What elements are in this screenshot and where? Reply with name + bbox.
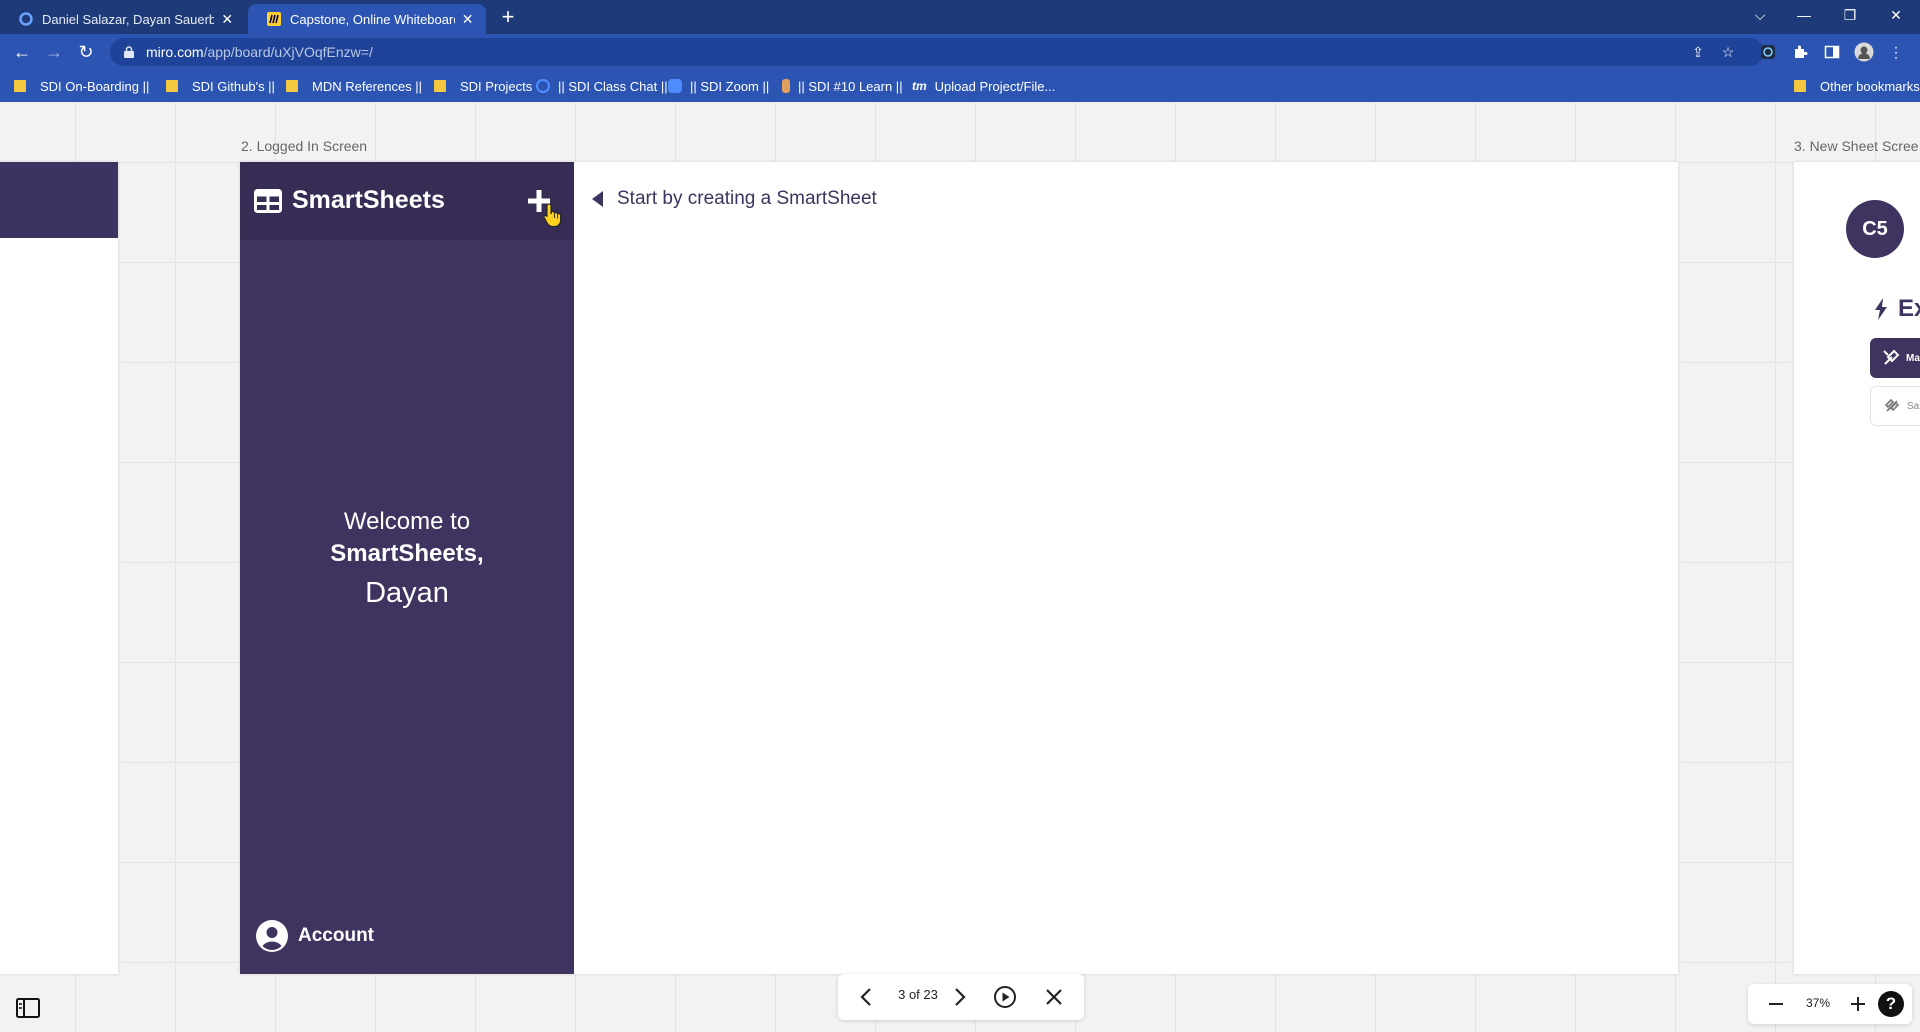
bookmark-item[interactable]: MDN References || (286, 70, 422, 102)
sidebar-header: SmartSheets (240, 162, 574, 240)
avatar: C5 (1846, 200, 1904, 258)
folder-icon (166, 80, 178, 92)
brand: SmartSheets (254, 186, 445, 215)
empty-state-hint: Start by creating a SmartSheet (592, 188, 877, 210)
close-presentation-button[interactable] (1042, 985, 1066, 1009)
panel-icon (16, 998, 40, 1018)
reload-icon[interactable]: ↻ (74, 40, 98, 64)
bookmarks-bar: SDI On-Boarding || SDI Github's || MDN R… (0, 70, 1920, 102)
table-icon (254, 188, 282, 213)
back-icon[interactable]: ← (10, 40, 34, 64)
previous-frame-header (0, 162, 118, 238)
bookmark-item[interactable]: || SDI Class Chat || (536, 70, 668, 102)
plus-icon (1851, 997, 1865, 1011)
frame-label[interactable]: 3. New Sheet Scree (1794, 138, 1919, 154)
bookmark-item[interactable]: tm Upload Project/File... (912, 70, 1055, 102)
forward-icon[interactable]: → (42, 40, 66, 64)
app-sidebar: SmartSheets Welcome to SmartSheets, Daya… (240, 162, 574, 974)
browser-toolbar: ← → ↻ miro.com/app/board/uXjVOqfEnzw=/ ⇪… (0, 34, 1920, 70)
close-window-icon[interactable]: ✕ (1876, 0, 1916, 30)
restore-icon[interactable]: ❐ (1830, 0, 1870, 30)
bookmark-item[interactable]: SDI On-Boarding || (14, 70, 149, 102)
bookmark-item[interactable]: SDI Projects (434, 70, 532, 102)
extension-icon[interactable] (1758, 42, 1778, 62)
account-label: Account (298, 925, 374, 946)
hint-text: Start by creating a SmartSheet (617, 188, 877, 209)
next-frame-button[interactable] (948, 985, 972, 1009)
caret-left-icon (592, 191, 603, 207)
folder-icon (434, 80, 446, 92)
primary-action-button[interactable]: Ma (1870, 338, 1920, 378)
upload-icon: tm (912, 79, 927, 93)
zoom-in-button[interactable] (1846, 992, 1870, 1016)
learn-icon (782, 79, 790, 93)
section-title: Ex (1898, 295, 1920, 322)
zoom-icon (668, 79, 682, 93)
minus-icon (1769, 1003, 1783, 1005)
tools-icon (1883, 349, 1900, 365)
user-circle-icon (256, 920, 288, 952)
folder-icon (14, 80, 26, 92)
zoom-out-button[interactable] (1764, 992, 1788, 1016)
miro-logo-icon (266, 11, 282, 27)
bookmark-item[interactable]: SDI Github's || (166, 70, 275, 102)
close-tab-icon[interactable]: ✕ (459, 10, 476, 28)
welcome-username: Dayan (365, 577, 449, 609)
tab-daniel-salazar[interactable]: Daniel Salazar, Dayan Sauerbronn ✕ (0, 4, 246, 34)
brand-name: SmartSheets (292, 186, 445, 214)
bolt-icon (1875, 298, 1887, 320)
profile-avatar-icon[interactable] (1854, 42, 1874, 62)
side-panel-icon[interactable] (1822, 42, 1842, 62)
minimize-icon[interactable]: — (1784, 0, 1824, 30)
lock-icon (124, 46, 134, 58)
menu-kebab-icon[interactable]: ⋮ (1886, 42, 1906, 62)
browser-tab-bar: Daniel Salazar, Dayan Sauerbronn ✕ Capst… (0, 0, 1920, 34)
folder-icon (286, 80, 298, 92)
frames-panel-toggle[interactable] (14, 994, 42, 1022)
circle-logo-icon (18, 11, 34, 27)
new-sheet-screen-frame[interactable]: C5 Ex Ma Sa (1794, 162, 1920, 974)
bookmark-item[interactable]: || SDI #10 Learn || (782, 70, 903, 102)
new-tab-button[interactable]: + (496, 6, 520, 30)
satellite-icon (1884, 398, 1900, 412)
logged-in-screen-frame[interactable]: SmartSheets Welcome to SmartSheets, Daya… (240, 162, 1678, 974)
account-link[interactable]: Account (256, 920, 374, 952)
chat-icon (536, 79, 550, 93)
page-indicator: 3 of 23 (898, 987, 938, 1002)
frame-label[interactable]: 2. Logged In Screen (241, 138, 367, 154)
previous-frame-button[interactable] (854, 985, 878, 1009)
chevron-left-icon (860, 988, 871, 1006)
welcome-message: Welcome to SmartSheets, Dayan (240, 506, 574, 616)
tab-title: Capstone, Online Whiteboard for (290, 11, 456, 27)
tab-capstone-miro[interactable]: Capstone, Online Whiteboard for ✕ (248, 4, 486, 34)
welcome-brand: SmartSheets, (330, 540, 484, 567)
close-icon (1046, 989, 1062, 1005)
tab-title: Daniel Salazar, Dayan Sauerbronn (42, 11, 215, 27)
bookmark-item[interactable]: || SDI Zoom || (668, 70, 769, 102)
previous-frame[interactable] (0, 162, 118, 974)
share-icon[interactable]: ⇪ (1688, 42, 1708, 62)
url-host: miro.com (146, 44, 204, 60)
presentation-pager: 3 of 23 (838, 974, 1084, 1020)
folder-icon (1794, 80, 1806, 92)
other-bookmarks[interactable]: Other bookmarks (1794, 70, 1920, 102)
close-tab-icon[interactable]: ✕ (218, 10, 236, 28)
url-path: /app/board/uXjVOqfEnzw=/ (203, 44, 373, 60)
play-icon (994, 986, 1016, 1008)
chevron-right-icon (955, 988, 966, 1006)
help-button[interactable]: ? (1878, 991, 1904, 1017)
hand-cursor-icon (543, 203, 562, 228)
present-button[interactable] (992, 985, 1018, 1009)
address-bar[interactable]: miro.com/app/board/uXjVOqfEnzw=/ (110, 38, 1764, 66)
board-canvas[interactable]: 2. Logged In Screen SmartSheets Welcome … (0, 102, 1920, 1032)
zoom-level[interactable]: 37% (1796, 996, 1840, 1010)
tab-search-icon[interactable]: ⌵ (1740, 0, 1780, 30)
star-icon[interactable]: ☆ (1718, 42, 1738, 62)
puzzle-icon[interactable] (1790, 42, 1810, 62)
secondary-action-button[interactable]: Sa (1870, 386, 1920, 426)
welcome-line: Welcome to (343, 508, 471, 535)
